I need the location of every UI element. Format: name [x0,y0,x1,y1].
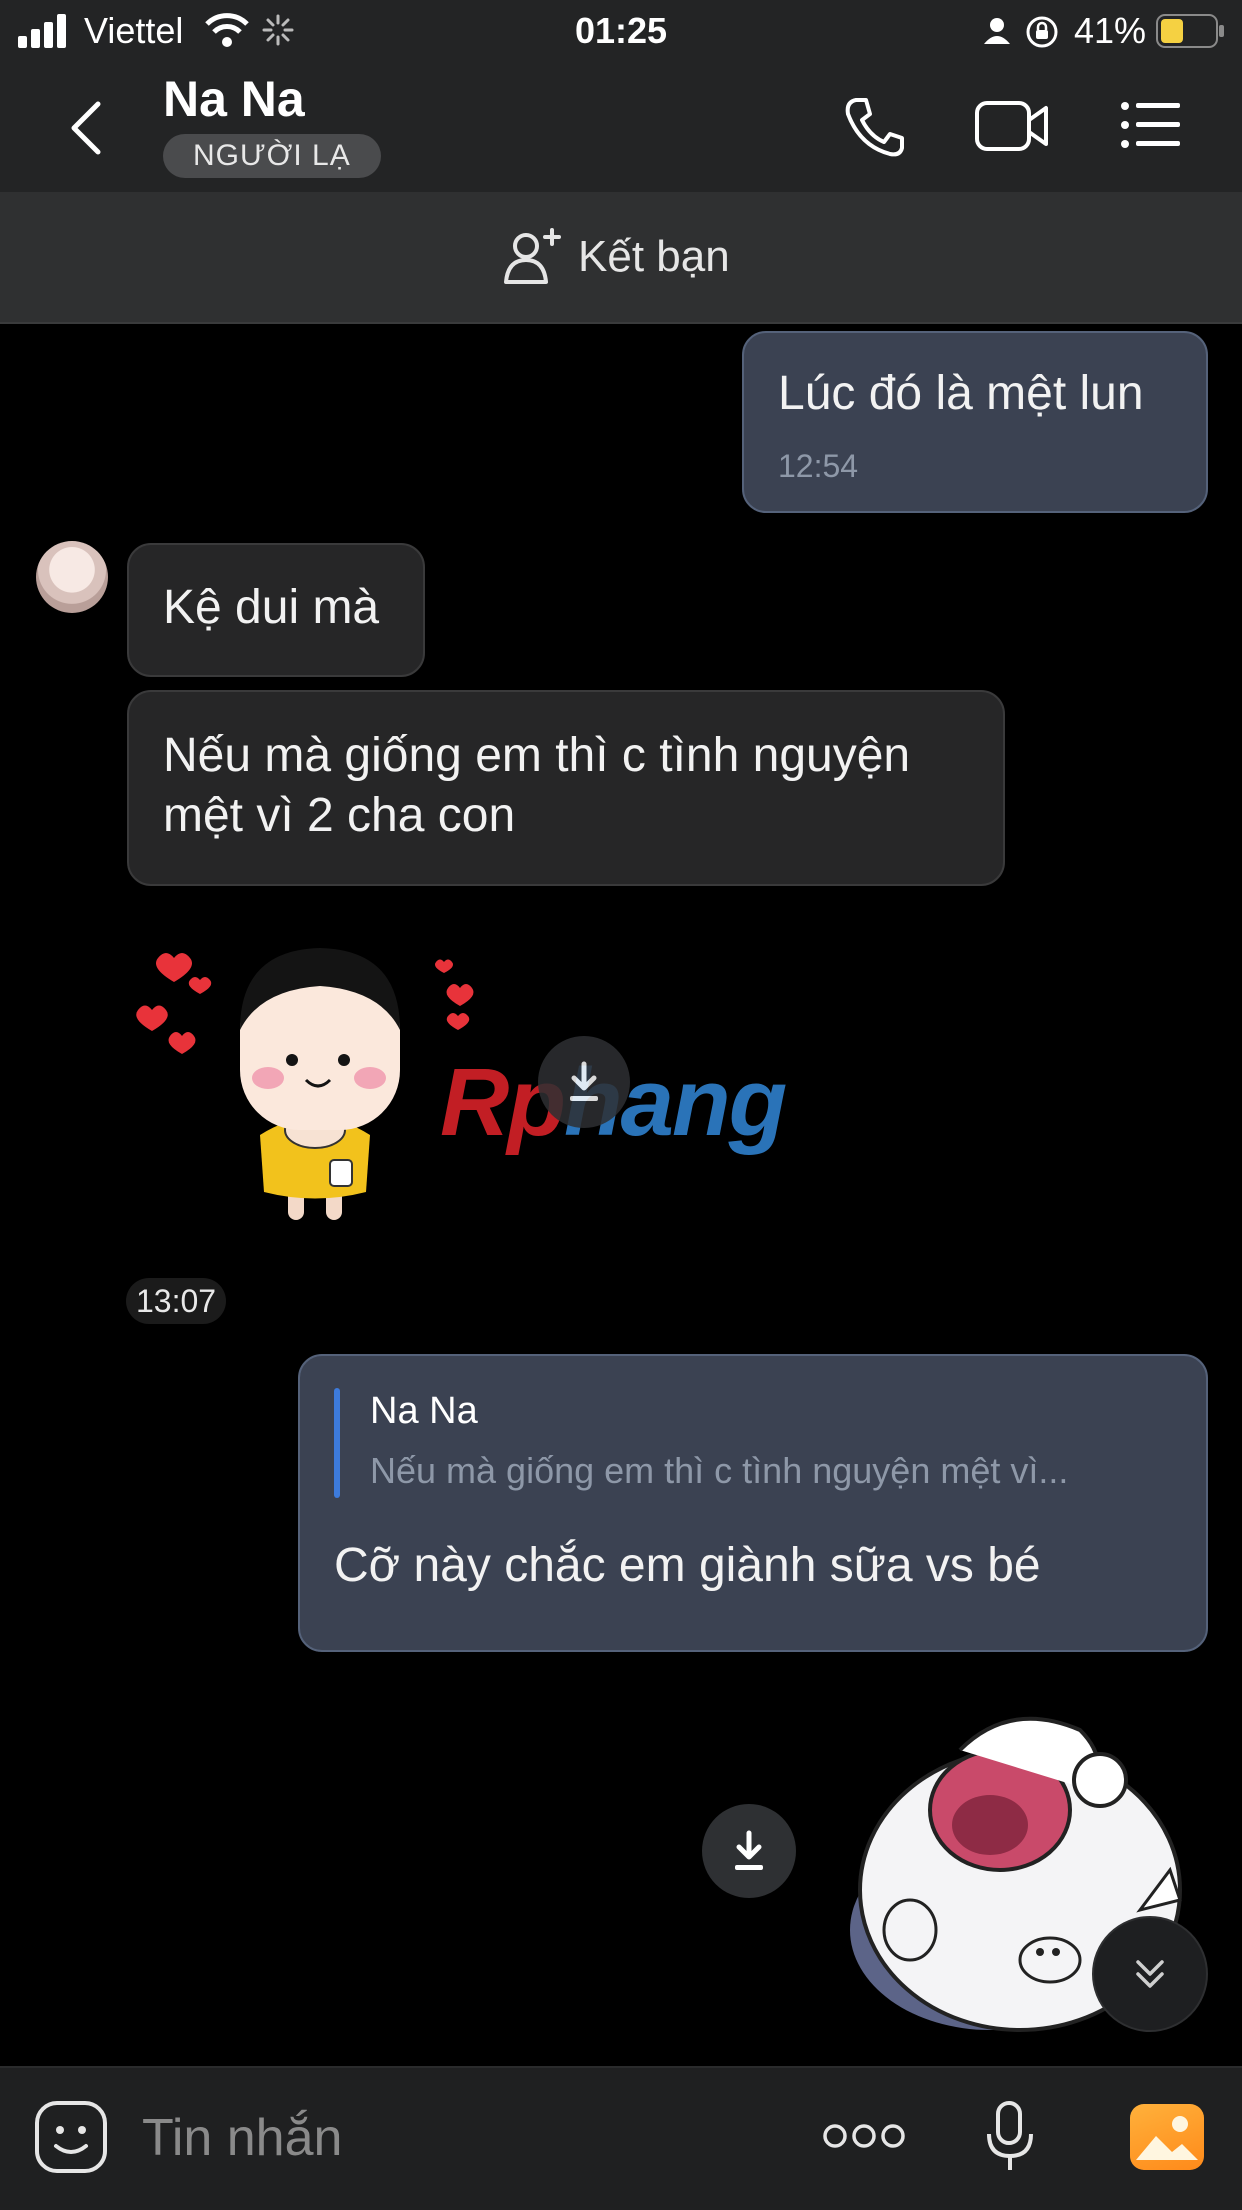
avatar[interactable] [36,541,108,613]
menu-icon[interactable] [1120,100,1182,150]
rotation-lock-icon [1026,16,1058,48]
message-text: Lúc đó là mệt lun [778,367,1144,420]
battery-percent: 41% [1074,10,1147,51]
gallery-icon [1136,2116,1198,2160]
scroll-down-icon [1136,1960,1164,1988]
voice-icon[interactable] [984,2100,1036,2174]
back-icon[interactable] [66,98,106,158]
phone-icon[interactable] [842,96,906,158]
person-icon [984,18,1010,44]
more-icon[interactable] [822,2122,906,2150]
download-icon [735,1830,763,1870]
download-button[interactable] [702,1804,796,1898]
message-text: Cỡ này chắc em giành sữa vs bé [334,1539,1041,1592]
add-friend-label[interactable]: Kết bạn [578,232,730,282]
quote-text: Nếu mà giống em thì c tình nguyện mệt vì… [370,1450,1069,1491]
emoji-icon[interactable] [34,2100,108,2174]
add-friend-icon[interactable] [504,228,562,284]
download-icon [570,1061,598,1101]
message-input[interactable]: Tin nhắn [142,2108,342,2168]
quote-author: Na Na [370,1390,478,1432]
message-time: 12:54 [778,448,859,484]
contact-name[interactable]: Na Na [163,70,305,128]
quote-bar [334,1388,340,1498]
gallery-button[interactable] [1130,2104,1204,2170]
video-icon[interactable] [974,98,1050,154]
message-text: Kệ dui mà [163,581,380,634]
battery-icon [1156,14,1224,48]
message-text-line: Nếu mà giống em thì c tình nguyện [163,729,911,782]
sticker-time: 13:07 [126,1278,227,1324]
download-button[interactable] [538,1036,630,1128]
stranger-badge: NGƯỜI LẠ [163,134,381,178]
message-text-line: mệt vì 2 cha con [163,789,516,842]
scroll-down-button[interactable] [1092,1916,1208,2032]
